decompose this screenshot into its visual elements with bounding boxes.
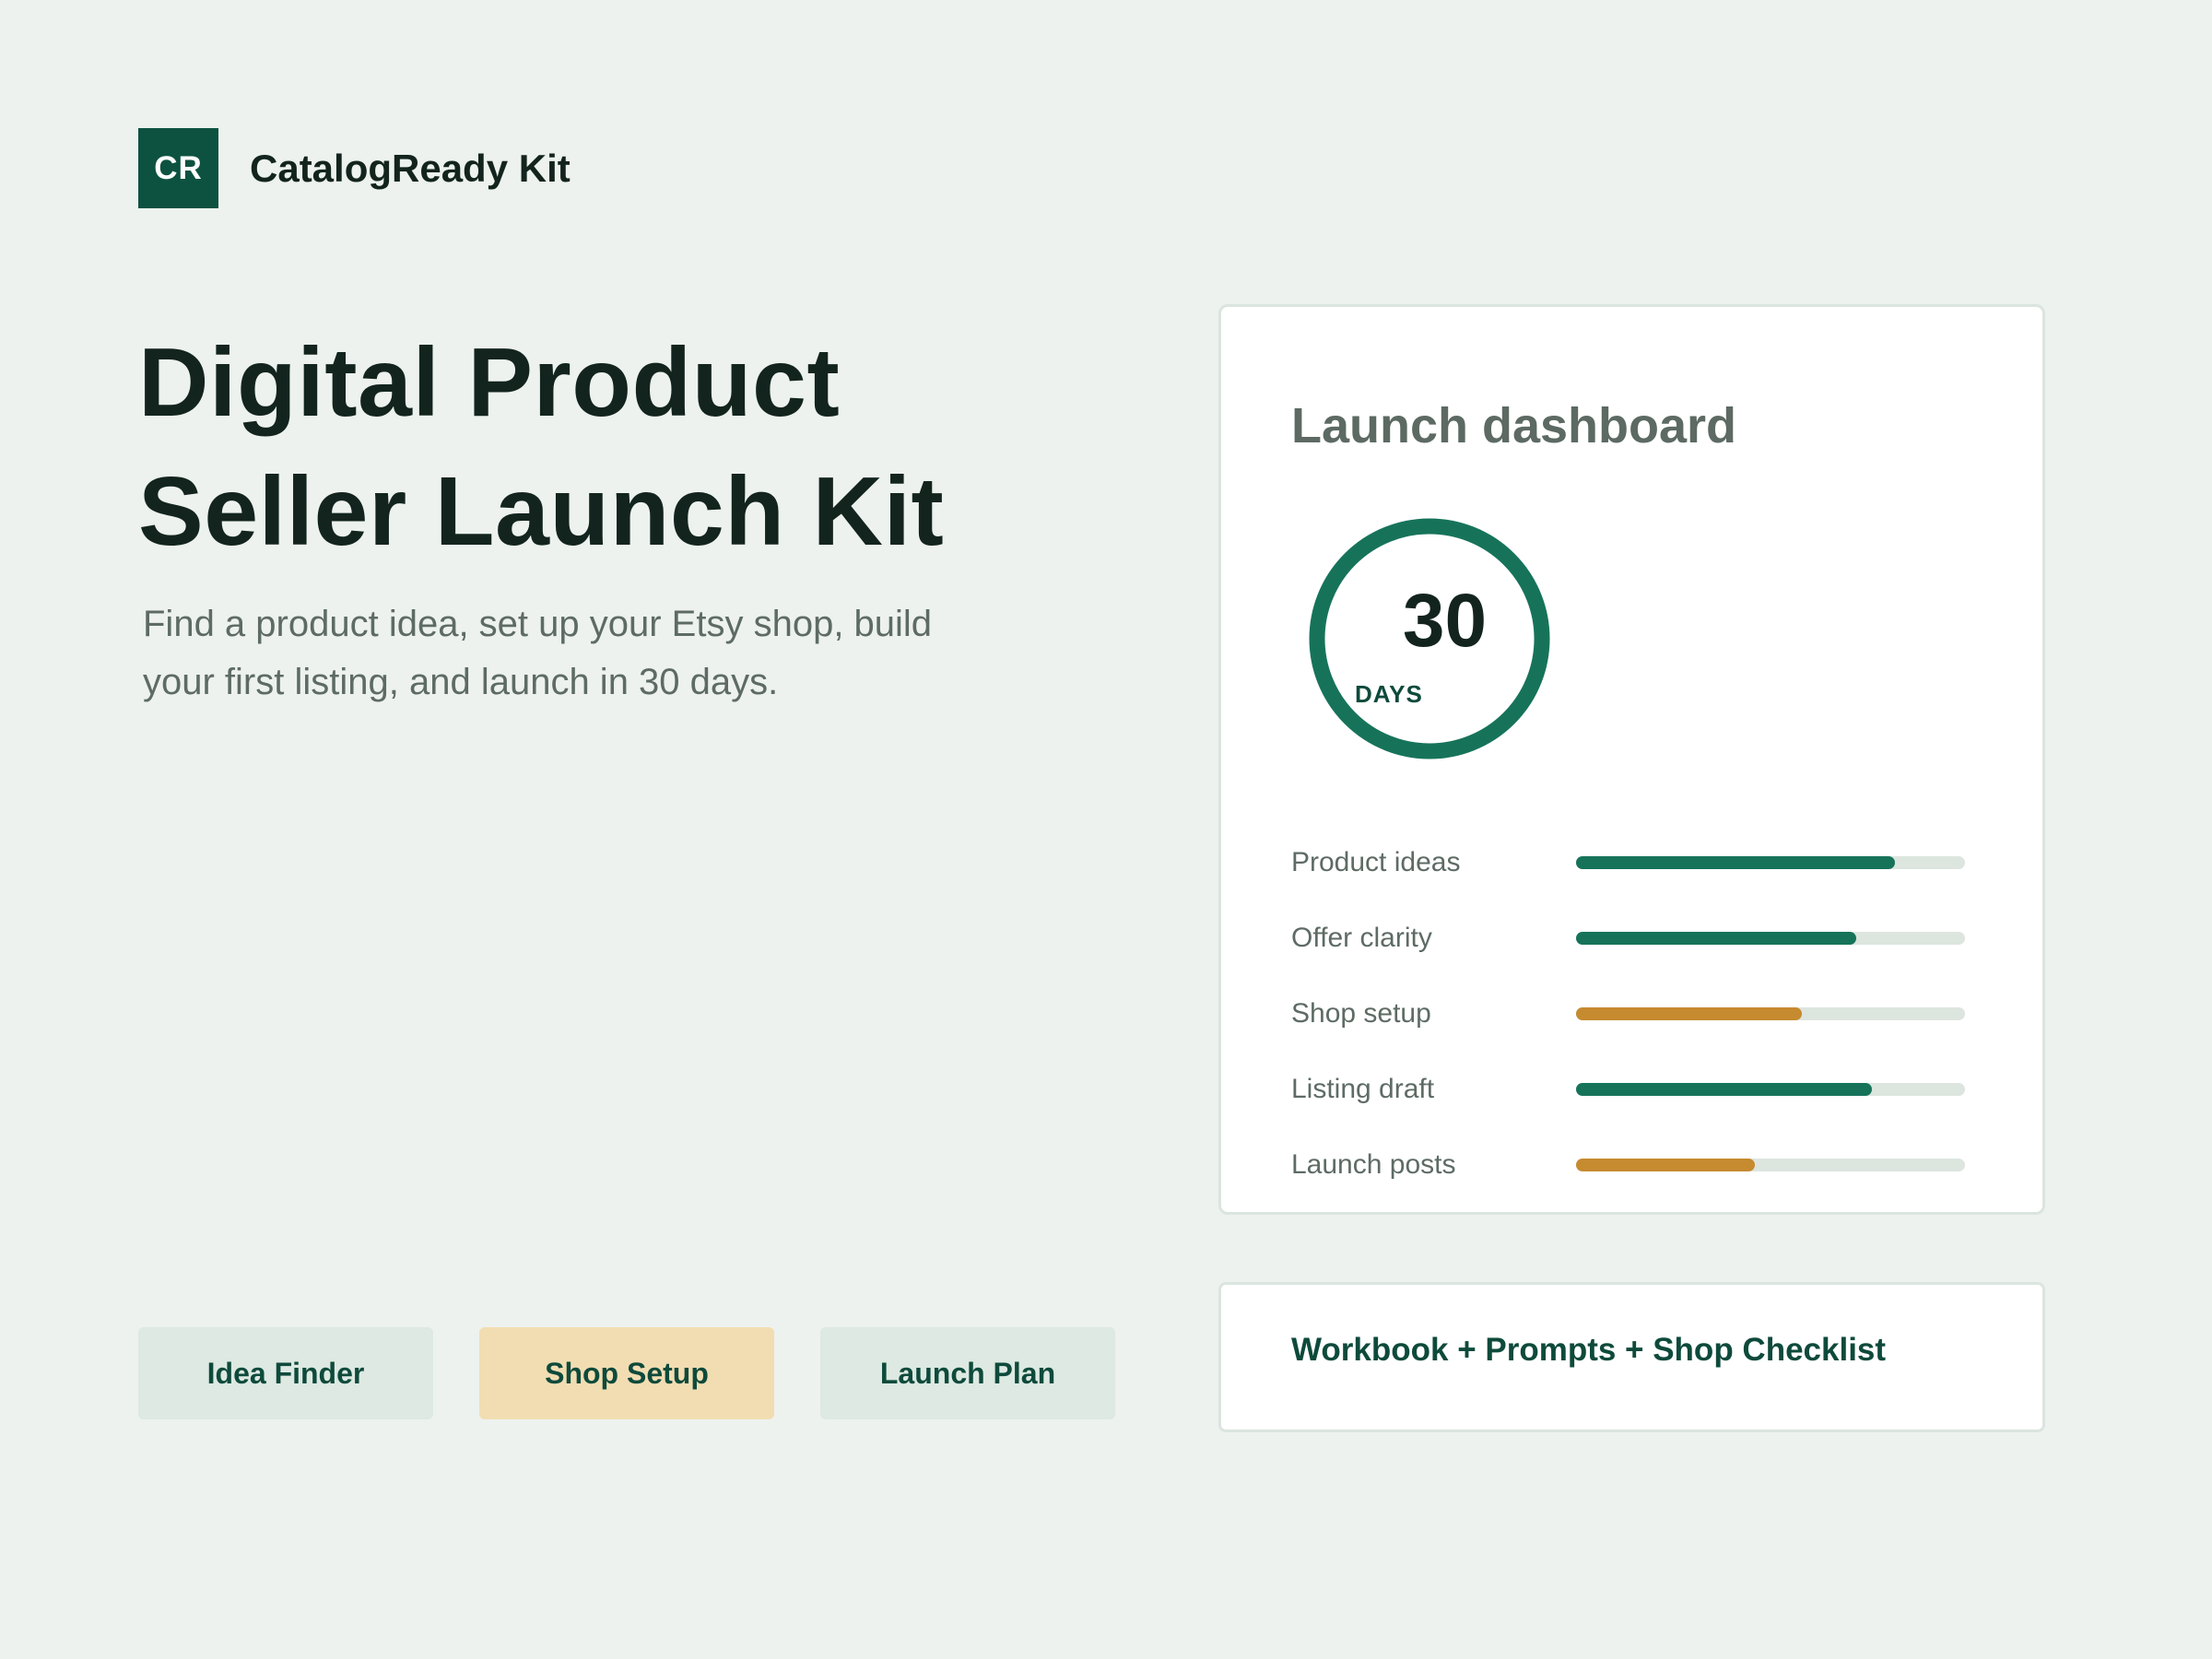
brand-logo: CR [138,128,218,208]
dashboard-title: Launch dashboard [1291,398,1737,453]
progress-track [1576,1007,1965,1020]
progress-label: Offer clarity [1291,923,1432,953]
brand-name: CatalogReady Kit [250,146,571,190]
days-count: 30 [1402,579,1488,663]
shop-setup-button[interactable]: Shop Setup [479,1327,774,1419]
progress-label: Shop setup [1291,998,1431,1029]
progress-track [1576,1083,1965,1096]
page: CR CatalogReady Kit Digital Product Sell… [0,0,2212,1659]
bundle-label: Workbook + Prompts + Shop Checklist [1291,1331,1887,1368]
progress-row-shop-setup: Shop setup [1291,976,1973,1052]
progress-fill [1576,932,1856,945]
progress-fill [1576,1159,1756,1171]
launch-dashboard-card: Launch dashboard 30 DAYS Product ideas O… [1218,304,2045,1215]
progress-row-launch-posts: Launch posts [1291,1127,1973,1203]
progress-label: Listing draft [1291,1074,1435,1104]
hero-title: Digital Product Seller Launch Kit [138,318,1060,576]
progress-row-offer-clarity: Offer clarity [1291,900,1973,976]
progress-track [1576,856,1965,869]
progress-fill [1576,1083,1872,1096]
progress-row-listing-draft: Listing draft [1291,1052,1973,1127]
progress-track [1576,1159,1965,1171]
progress-label: Launch posts [1291,1149,1456,1180]
progress-row-product-ideas: Product ideas [1291,825,1973,900]
brand[interactable]: CR CatalogReady Kit [138,128,571,208]
nav-buttons: Idea Finder Shop Setup Launch Plan [138,1327,1115,1419]
progress-fill [1576,1007,1802,1020]
hero-title-line-2: Seller Launch Kit [138,457,945,566]
progress-list: Product ideas Offer clarity Shop setup L… [1291,825,1973,1203]
progress-label: Product ideas [1291,847,1461,877]
hero-title-line-1: Digital Product [138,328,841,437]
hero-subtitle-line-1: Find a product idea, set up your Etsy sh… [143,604,933,644]
idea-finder-button[interactable]: Idea Finder [138,1327,433,1419]
hero-subtitle: Find a product idea, set up your Etsy sh… [143,595,1028,712]
progress-track [1576,932,1965,945]
hero-subtitle-line-2: your first listing, and launch in 30 day… [143,662,779,702]
days-label: DAYS [1355,680,1423,708]
bundle-card: Workbook + Prompts + Shop Checklist [1218,1282,2045,1432]
launch-plan-button[interactable]: Launch Plan [820,1327,1115,1419]
progress-fill [1576,856,1896,869]
